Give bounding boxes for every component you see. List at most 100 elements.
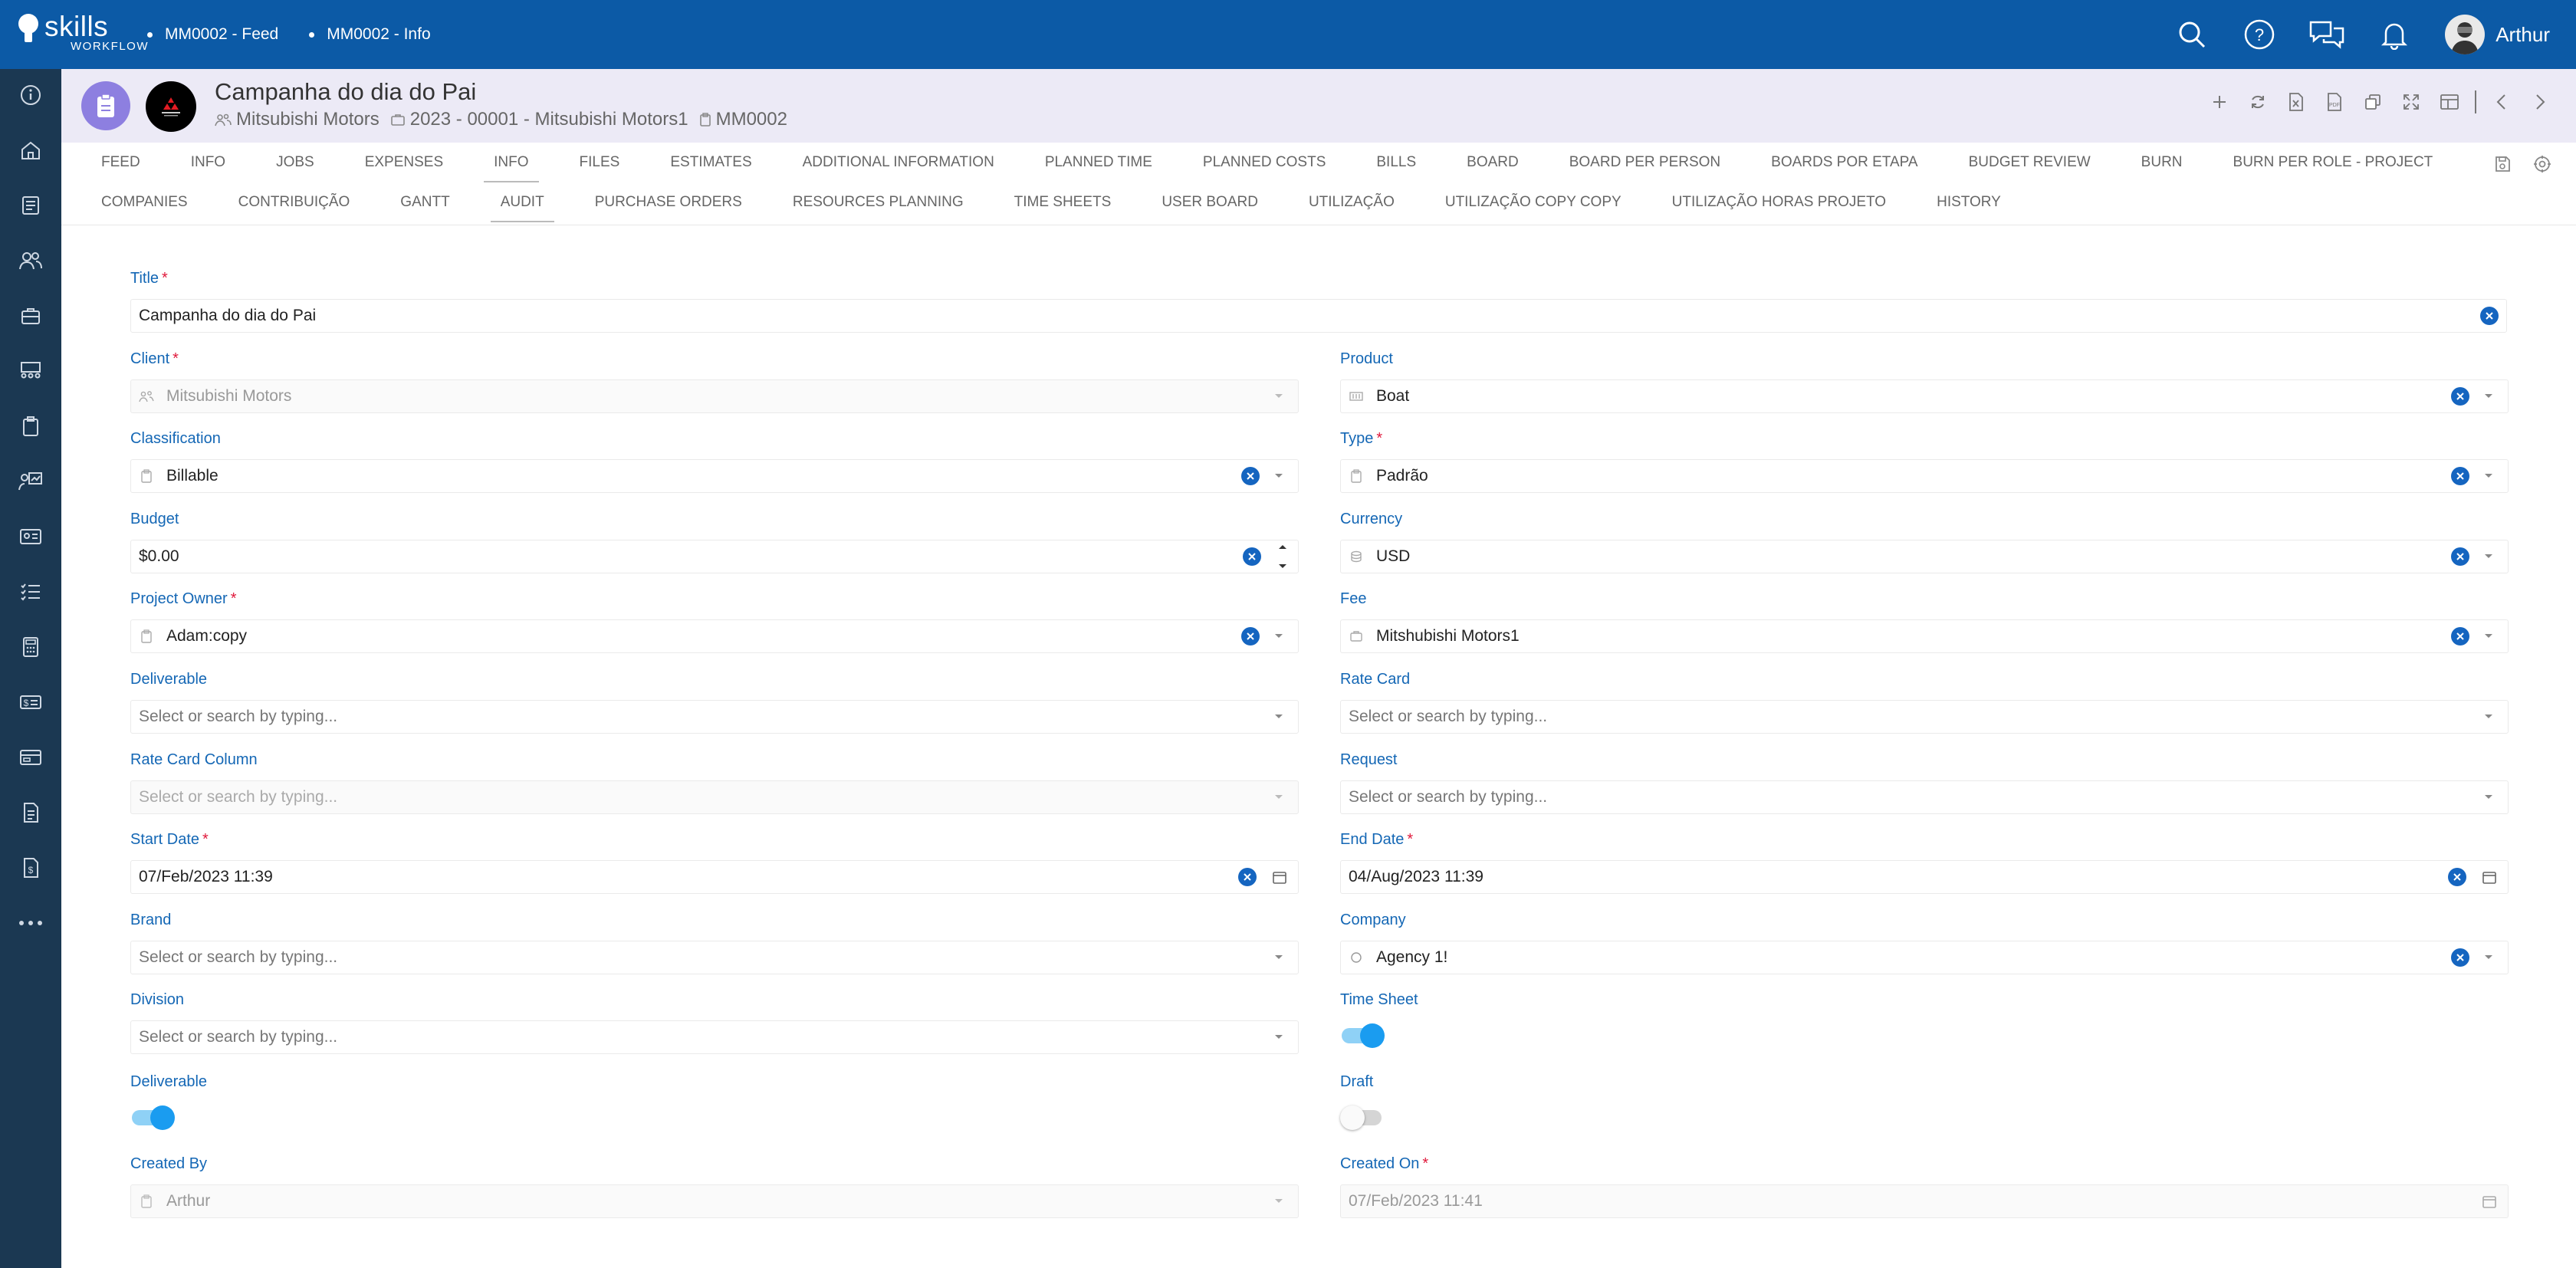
draft-toggle[interactable] xyxy=(1340,1104,1385,1130)
refresh-icon[interactable] xyxy=(2246,90,2269,113)
chevron-down-icon[interactable] xyxy=(1267,948,1290,967)
chevron-down-icon[interactable] xyxy=(2477,948,2500,967)
tab-board[interactable]: BOARD xyxy=(1441,143,1544,182)
project-owner-select[interactable]: Adam:copy xyxy=(130,619,1299,653)
chevron-down-icon[interactable] xyxy=(2477,387,2500,406)
tab-utilizacao-copy-copy[interactable]: UTILIZAÇÃO COPY COPY xyxy=(1420,182,1647,222)
info-icon[interactable] xyxy=(15,80,46,110)
calendar-icon[interactable] xyxy=(1269,868,1290,886)
copy-icon[interactable] xyxy=(2361,90,2384,113)
product-select[interactable]: Boat xyxy=(1340,379,2509,413)
invoice-icon[interactable] xyxy=(15,797,46,828)
currency-select[interactable]: USD xyxy=(1340,540,2509,573)
breadcrumb-info[interactable]: MM0002 - Info xyxy=(309,25,431,44)
clear-icon[interactable] xyxy=(2480,307,2499,325)
chevron-down-icon[interactable] xyxy=(1267,467,1290,485)
clear-icon[interactable] xyxy=(2451,467,2469,485)
excel-icon[interactable] xyxy=(2285,90,2308,113)
payment-icon[interactable] xyxy=(15,742,46,773)
chevron-down-icon[interactable] xyxy=(1267,1192,1290,1211)
tab-boards-por-etapa[interactable]: BOARDS POR ETAPA xyxy=(1746,143,1943,182)
chevron-down-icon[interactable] xyxy=(2477,547,2500,566)
pdf-icon[interactable]: PDF xyxy=(2323,90,2346,113)
tab-bills[interactable]: BILLS xyxy=(1351,143,1441,182)
meeting-icon[interactable] xyxy=(15,356,46,386)
request-select[interactable]: Select or search by typing... xyxy=(1340,780,2509,814)
fee-select[interactable]: Mitshubishi Motors1 xyxy=(1340,619,2509,653)
chevron-down-icon[interactable] xyxy=(2477,467,2500,485)
clear-icon[interactable] xyxy=(1241,627,1260,645)
avatar[interactable] xyxy=(2445,15,2486,54)
document-icon[interactable] xyxy=(15,190,46,221)
save-layout-icon[interactable] xyxy=(2492,153,2513,175)
project-fee[interactable]: 2023 - 00001 - Mitsubishi Motors1 xyxy=(410,109,688,130)
clear-icon[interactable] xyxy=(1241,467,1260,485)
chevron-down-icon[interactable] xyxy=(1267,387,1290,406)
checklist-icon[interactable] xyxy=(15,577,46,607)
tab-planned-costs[interactable]: PLANNED COSTS xyxy=(1178,143,1351,182)
tab-gantt[interactable]: GANTT xyxy=(375,182,475,222)
created-by-select[interactable]: Arthur xyxy=(130,1184,1299,1218)
chevron-down-icon[interactable] xyxy=(1267,1028,1290,1046)
chevron-down-icon[interactable] xyxy=(2477,708,2500,726)
tab-burn[interactable]: BURN xyxy=(2116,143,2208,182)
project-client[interactable]: Mitsubishi Motors xyxy=(236,109,380,130)
clear-icon[interactable] xyxy=(1238,868,1257,886)
clear-icon[interactable] xyxy=(2451,387,2469,406)
next-icon[interactable] xyxy=(2528,90,2551,113)
tab-audit[interactable]: AUDIT xyxy=(475,182,570,222)
tab-history[interactable]: HISTORY xyxy=(1911,182,2026,222)
id-card-icon[interactable] xyxy=(15,521,46,552)
company-select[interactable]: Agency 1! xyxy=(1340,941,2509,974)
time-sheet-toggle[interactable] xyxy=(1340,1022,1385,1048)
chevron-down-icon[interactable] xyxy=(1267,708,1290,726)
people-icon[interactable] xyxy=(15,245,46,276)
prev-icon[interactable] xyxy=(2490,90,2513,113)
chevron-down-icon[interactable] xyxy=(2477,788,2500,806)
deliverable-toggle[interactable] xyxy=(130,1104,175,1130)
tab-user-board[interactable]: USER BOARD xyxy=(1136,182,1283,222)
tab-files[interactable]: FILES xyxy=(554,143,646,182)
clear-icon[interactable] xyxy=(2451,627,2469,645)
bell-icon[interactable] xyxy=(2376,16,2413,53)
clear-icon[interactable] xyxy=(2451,948,2469,967)
home-icon[interactable] xyxy=(15,135,46,166)
clear-icon[interactable] xyxy=(2451,547,2469,566)
tab-purchase-orders[interactable]: PURCHASE ORDERS xyxy=(570,182,767,222)
presentation-icon[interactable] xyxy=(15,466,46,497)
user-name[interactable]: Arthur xyxy=(2496,23,2550,47)
end-date-input[interactable]: 04/Aug/2023 11:39 xyxy=(1340,860,2509,894)
chevron-down-icon[interactable] xyxy=(2477,627,2500,645)
rate-card-column-select[interactable]: Select or search by typing... xyxy=(130,780,1299,814)
tab-feed[interactable]: FEED xyxy=(61,143,166,182)
search-icon[interactable] xyxy=(2174,16,2210,53)
tab-additional-information[interactable]: ADDITIONAL INFORMATION xyxy=(777,143,1020,182)
division-select[interactable]: Select or search by typing... xyxy=(130,1020,1299,1054)
tab-utilizacao[interactable]: UTILIZAÇÃO xyxy=(1283,182,1420,222)
expand-icon[interactable] xyxy=(2400,90,2423,113)
classification-select[interactable]: Billable xyxy=(130,459,1299,493)
tab-expenses[interactable]: EXPENSES xyxy=(340,143,468,182)
tab-contribuicao[interactable]: CONTRIBUIÇÃO xyxy=(213,182,376,222)
receipt-icon[interactable]: $ xyxy=(15,852,46,883)
number-stepper[interactable] xyxy=(1275,544,1290,570)
created-on-input[interactable]: 07/Feb/2023 11:41 xyxy=(1340,1184,2509,1218)
clipboard-icon[interactable] xyxy=(15,411,46,442)
calculator-icon[interactable] xyxy=(15,632,46,662)
tab-board-per-person[interactable]: BOARD PER PERSON xyxy=(1544,143,1746,182)
chat-icon[interactable] xyxy=(2308,16,2345,53)
chevron-down-icon[interactable] xyxy=(1267,627,1290,645)
clear-icon[interactable] xyxy=(1243,547,1261,566)
chevron-down-icon[interactable] xyxy=(1267,788,1290,806)
layout-icon[interactable] xyxy=(2438,90,2461,113)
tab-info[interactable]: INFO xyxy=(166,143,251,182)
settings-icon[interactable] xyxy=(2532,153,2553,175)
tab-time-sheets[interactable]: TIME SHEETS xyxy=(989,182,1137,222)
breadcrumb-feed[interactable]: MM0002 - Feed xyxy=(147,25,278,44)
dollar-card-icon[interactable]: $ xyxy=(15,687,46,718)
tab-jobs[interactable]: JOBS xyxy=(251,143,340,182)
tab-planned-time[interactable]: PLANNED TIME xyxy=(1020,143,1178,182)
calendar-icon[interactable] xyxy=(2479,868,2500,886)
tab-info-active[interactable]: INFO xyxy=(468,143,554,182)
type-select[interactable]: Padrão xyxy=(1340,459,2509,493)
